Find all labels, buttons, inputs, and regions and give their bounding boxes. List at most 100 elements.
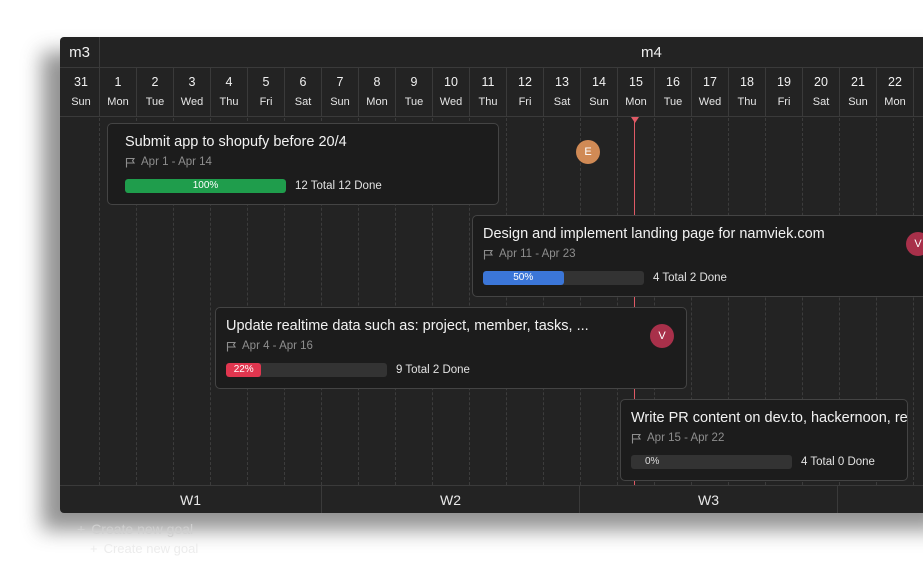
day-of-week: Wed [439,96,463,108]
day-of-week: Wed [698,96,722,108]
progress-bar: 0% [631,455,792,469]
day-number: 23 [914,75,923,89]
day-header: 22 Mon [877,68,914,117]
progress-bar: 22% [226,363,387,377]
day-number: 19 [777,75,791,89]
day-number: 11 [481,75,495,89]
day-of-week: Fri [777,96,791,108]
day-number: 22 [888,75,902,89]
progress-fill: 22% [226,363,262,377]
day-of-week: Thu [219,96,239,108]
goal-card[interactable]: Update realtime data such as: project, m… [215,307,687,389]
day-of-week: Sat [812,96,830,108]
goal-stats: 4 Total 2 Done [653,272,727,284]
month-row: m3 m4 [60,37,923,68]
create-goal-button[interactable]: + Create new goal [77,521,193,537]
day-number: 4 [225,75,233,89]
day-of-week: Tue [914,96,923,108]
day-number: 8 [373,75,381,89]
day-number: 12 [518,75,532,89]
day-of-week: Tue [145,96,165,108]
avatar[interactable]: V [650,324,674,348]
flag-icon [483,249,494,259]
week-label: W3 [580,486,838,513]
flag-icon [226,341,237,351]
day-of-week: Mon [884,96,906,108]
flag-icon [125,157,136,167]
day-header: 4 Thu [211,68,248,117]
day-of-week: Sun [330,96,350,108]
day-row: 31 Sun 1 Mon 2 Tue 3 Wed 4 Thu 5 Fri 6 Sat 7 Sun 8 Mon 9 Tu… [60,68,923,117]
day-of-week: Sat [553,96,571,108]
day-of-week: Thu [737,96,757,108]
goal-dates: Apr 4 - Apr 16 [226,340,313,352]
goal-card[interactable]: Write PR content on dev.to, hackernoon, … [620,399,908,481]
day-header: 10 Wed [433,68,470,117]
goal-stats: 12 Total 12 Done [295,180,382,192]
day-number: 6 [299,75,307,89]
goal-dates: Apr 1 - Apr 14 [125,156,212,168]
day-of-week: Sun [71,96,91,108]
goal-dates: Apr 11 - Apr 23 [483,248,576,260]
avatar[interactable]: V [906,232,923,256]
day-of-week: Tue [663,96,683,108]
goal-date-range: Apr 11 - Apr 23 [499,248,576,260]
create-goal-ghost: + Create new goal [90,541,198,556]
goal-dates: Apr 15 - Apr 22 [631,432,724,444]
progress-bar: 50% [483,271,644,285]
avatar[interactable]: E [576,140,600,164]
day-number: 16 [666,75,680,89]
day-number: 9 [410,75,418,89]
day-number: 3 [188,75,196,89]
day-header: 12 Fri [507,68,544,117]
grid-line [99,118,100,485]
goal-timeline: m3 m4 31 Sun 1 Mon 2 Tue 3 Wed 4 Thu 5 Fri 6 Sat 7 Sun 8… [60,37,923,513]
day-number: 31 [74,75,88,89]
goal-date-range: Apr 15 - Apr 22 [647,432,725,444]
day-header: 9 Tue [396,68,433,117]
day-header: 11 Thu [470,68,507,117]
plus-icon: + [90,541,98,556]
month-label-m3: m3 [60,37,100,68]
progress-bar: 100% [125,179,286,193]
day-of-week: Mon [625,96,647,108]
week-label: W1 [60,486,322,513]
grid-line [506,118,507,485]
create-goal-ghost-label: Create new goal [103,541,199,556]
goal-title[interactable]: Update realtime data such as: project, m… [226,318,589,334]
day-header: 8 Mon [359,68,396,117]
grid-line [543,118,544,485]
day-of-week: Thu [478,96,498,108]
day-of-week: Mon [366,96,388,108]
week-label [838,486,923,513]
day-header: 16 Tue [655,68,692,117]
day-number: 20 [814,75,828,89]
today-marker-icon [631,117,639,123]
progress-label: 0% [645,456,660,467]
day-number: 2 [151,75,159,89]
day-of-week: Mon [107,96,129,108]
day-of-week: Fri [518,96,532,108]
month-label-m4: m4 [641,44,662,61]
day-header: 18 Thu [729,68,766,117]
day-number: 18 [740,75,754,89]
create-goal-label: Create new goal [91,521,194,537]
progress-fill: 50% [483,271,564,285]
day-header: 15 Mon [618,68,655,117]
day-number: 14 [592,75,606,89]
day-header: 17 Wed [692,68,729,117]
grid-line [913,118,914,485]
goal-title[interactable]: Design and implement landing page for na… [483,226,825,242]
day-header: 19 Fri [766,68,803,117]
goal-title[interactable]: Submit app to shopufy before 20/4 [125,134,347,150]
day-header: 31 Sun [63,68,100,117]
day-of-week: Tue [404,96,424,108]
day-number: 13 [555,75,569,89]
goal-card[interactable]: Design and implement landing page for na… [472,215,923,297]
goal-title[interactable]: Write PR content on dev.to, hackernoon, … [631,410,907,426]
goal-card[interactable]: Submit app to shopufy before 20/4 Apr 1 … [107,123,600,205]
goal-stats: 9 Total 2 Done [396,364,470,376]
goal-date-range: Apr 1 - Apr 14 [141,156,212,168]
day-number: 17 [703,75,717,89]
day-header: 7 Sun [322,68,359,117]
